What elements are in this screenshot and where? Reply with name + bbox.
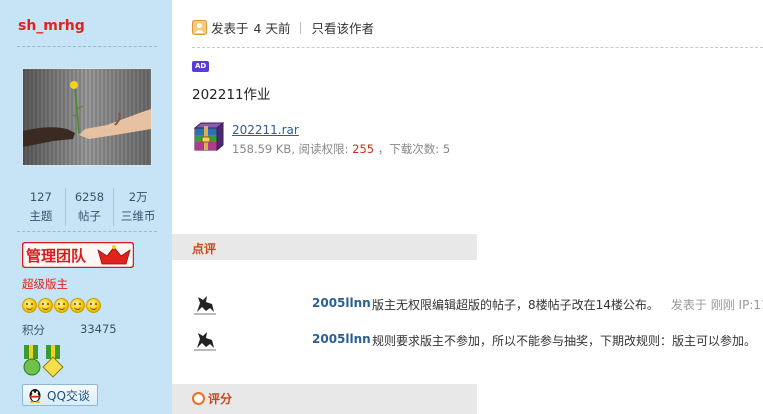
stat-value: 127	[29, 190, 52, 204]
divider	[192, 47, 763, 48]
circle-icon	[192, 392, 205, 405]
username[interactable]: sh_mrhg	[18, 18, 85, 34]
smiley-icon	[70, 298, 85, 313]
stat-label: 三维币	[120, 209, 156, 223]
attachment-filename[interactable]: 202211.rar	[232, 122, 450, 139]
comment-item: 2005llnn 版主无权限编辑超版的帖子，8楼帖子改在14楼公布。 发表于 刚刚…	[192, 292, 763, 318]
smiley-icon	[22, 298, 37, 313]
divider	[17, 46, 157, 47]
divider	[300, 21, 302, 34]
avatar[interactable]	[22, 68, 152, 166]
attachment: 202211.rar 158.59 KB, 阅读权限: 255 ，下载次数: 5	[192, 122, 450, 159]
rar-archive-icon[interactable]	[192, 122, 224, 154]
user-online-icon	[192, 20, 207, 35]
qq-chat-button[interactable]: QQ交谈	[22, 384, 98, 406]
smiley-icon	[54, 298, 69, 313]
comment-author[interactable]: 2005llnn	[312, 332, 371, 346]
comments-title: 点评	[192, 242, 217, 256]
comment-author[interactable]: 2005llnn	[312, 296, 371, 310]
comment-text: 版主无权限编辑超版的帖子，8楼帖子改在14楼公布。 发表于 刚刚 IP:11	[372, 296, 763, 313]
qq-chat-label: QQ交谈	[47, 388, 90, 403]
rank-stars	[22, 298, 101, 313]
commenter-avatar[interactable]	[192, 328, 218, 352]
post-title: 202211作业	[192, 87, 271, 103]
comment-body: 规则要求版主不参加，所以不能参与抽奖，下期改规则：版主可以参加。	[372, 334, 757, 348]
comments-header: 点评	[172, 234, 477, 260]
divider	[17, 231, 157, 232]
attachment-perm-value: 255	[352, 142, 375, 156]
points-value: 33475	[80, 322, 117, 336]
badge-text: 管理团队	[26, 247, 87, 265]
qq-penguin-icon	[29, 389, 41, 403]
medal-icon[interactable]	[22, 344, 64, 378]
post-meta: 发表于 4 天前 只看该作者	[192, 18, 374, 37]
attachment-size: 158.59 KB	[232, 142, 292, 156]
attachment-info: 158.59 KB, 阅读权限: 255 ，下载次数: 5	[232, 142, 451, 156]
smiley-icon	[86, 298, 101, 313]
post-content: 发表于 4 天前 只看该作者 AD 202211作业 202211.rar 15…	[172, 0, 763, 414]
attachment-downloads-value: 5	[442, 142, 451, 156]
user-panel: sh_mrhg 127 主题 6258 帖子 2万 三维币 管理团队 超级版主 …	[0, 0, 172, 414]
post-time-prefix: 发表于	[211, 21, 249, 36]
admin-team-badge: 管理团队	[22, 242, 134, 268]
attachment-downloads-label: ，下载次数:	[377, 142, 440, 156]
smiley-icon	[38, 298, 53, 313]
stat-label: 帖子	[78, 209, 101, 223]
ad-badge[interactable]: AD	[192, 61, 210, 72]
stat-value: 2万	[128, 190, 148, 204]
rating-header: 评分	[172, 384, 477, 414]
stat-coins[interactable]: 2万 三维币	[113, 188, 162, 226]
user-group[interactable]: 超级版主	[22, 276, 68, 292]
comment-body: 版主无权限编辑超版的帖子，8楼帖子改在14楼公布。	[372, 298, 659, 312]
stat-threads[interactable]: 127 主题	[17, 188, 65, 226]
user-stats: 127 主题 6258 帖子 2万 三维币	[17, 188, 162, 226]
commenter-avatar[interactable]	[192, 292, 218, 316]
comment-text: 规则要求版主不参加，所以不能参与抽奖，下期改规则：版主可以参加。	[372, 332, 756, 349]
comment-time: 发表于 刚刚 IP:11	[670, 298, 763, 312]
rating-title: 评分	[208, 392, 233, 406]
points-row: 积分 33475	[22, 322, 117, 338]
post-time: 4 天前	[253, 21, 291, 36]
stat-label: 主题	[29, 209, 53, 223]
attachment-perm-label: 阅读权限:	[298, 142, 349, 156]
points-label: 积分	[22, 323, 45, 337]
comment-item: 2005llnn 规则要求版主不参加，所以不能参与抽奖，下期改规则：版主可以参加…	[192, 328, 763, 354]
avatar-image	[23, 69, 151, 165]
stat-value: 6258	[74, 190, 105, 204]
only-author-link[interactable]: 只看该作者	[311, 18, 374, 37]
stat-posts[interactable]: 6258 帖子	[64, 188, 114, 226]
